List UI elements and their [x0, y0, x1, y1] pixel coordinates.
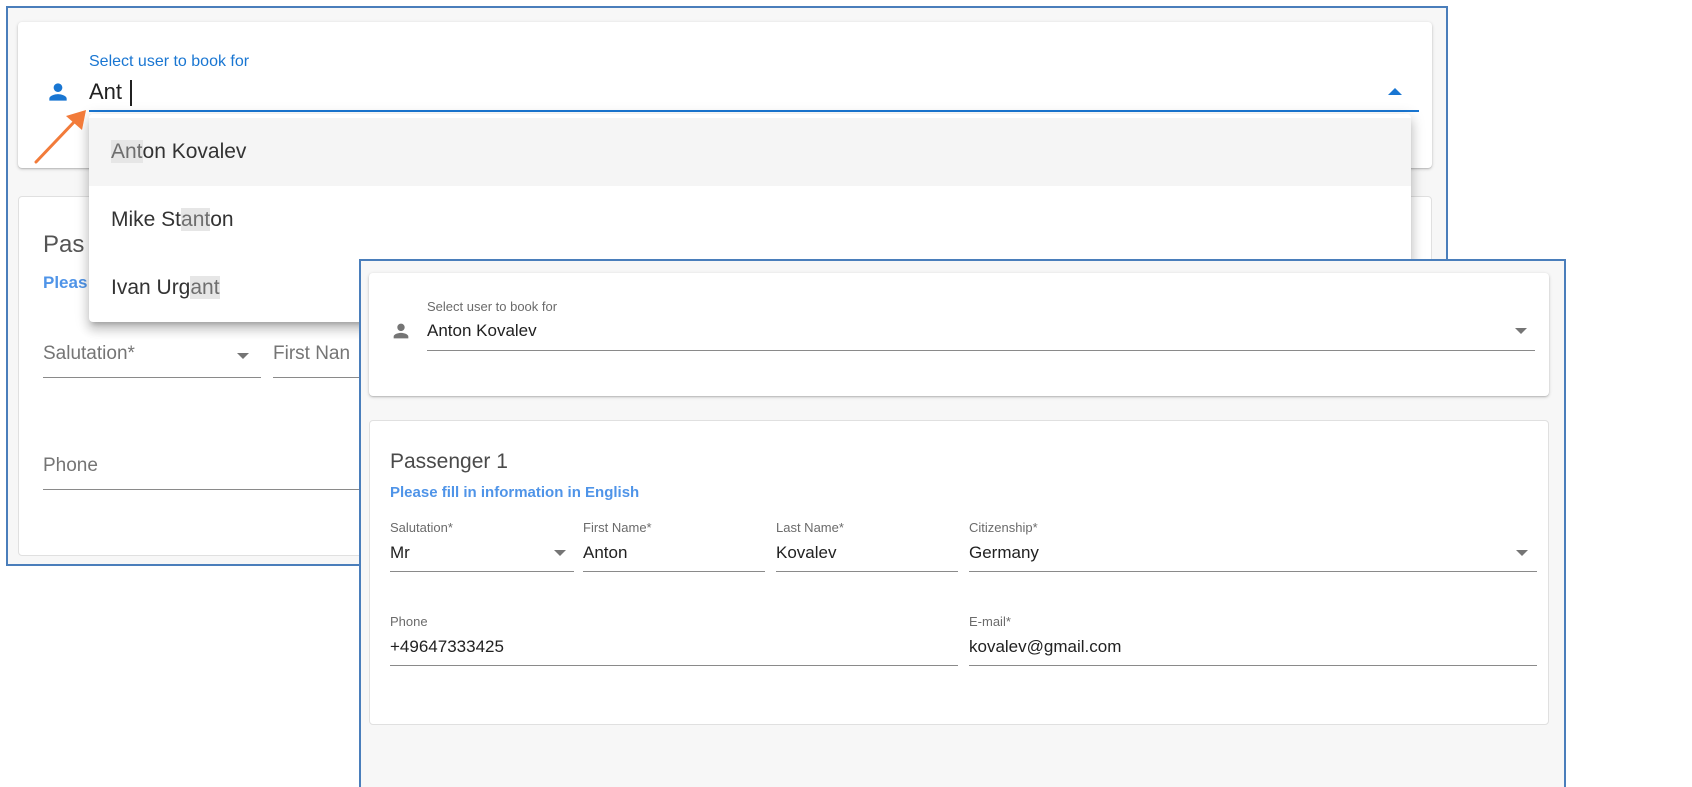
email-underline	[969, 665, 1537, 666]
citizenship-select[interactable]: Germany	[969, 543, 1039, 563]
email-input[interactable]: kovalev@gmail.com	[969, 637, 1121, 657]
phone-label[interactable]: Phone	[43, 455, 98, 477]
hint-partial: Pleas	[43, 273, 88, 292]
salutation-label[interactable]: Salutation*	[43, 343, 135, 365]
last-name-underline	[776, 571, 958, 572]
citizenship-underline	[969, 571, 1537, 572]
user-select-underline	[427, 350, 1535, 351]
first-name-underline	[583, 571, 765, 572]
first-name-input[interactable]: Anton	[583, 543, 627, 563]
passenger-card: Passenger 1 Please fill in information i…	[369, 420, 1549, 725]
phone-underline	[43, 489, 383, 490]
phone-underline	[390, 665, 958, 666]
phone-input[interactable]: +49647333425	[390, 637, 504, 657]
text-caret	[130, 80, 132, 106]
last-name-label: Last Name*	[776, 520, 844, 535]
chevron-up-icon[interactable]	[1388, 88, 1402, 95]
passenger-title: Passenger 1	[390, 450, 508, 473]
citizenship-dropdown-icon[interactable]	[1516, 550, 1528, 556]
first-name-label-partial[interactable]: First Nan	[273, 343, 350, 365]
user-select-label: Select user to book for	[89, 53, 250, 70]
screenshot-form-filled: Select user to book for Anton Kovalev Pa…	[359, 259, 1566, 787]
info-hint: Please fill in information in English	[390, 484, 640, 501]
annotation-arrow-icon	[34, 110, 86, 164]
user-select-underline	[89, 110, 1419, 112]
user-select-label: Select user to book for	[427, 299, 558, 314]
email-label: E-mail*	[969, 614, 1011, 629]
suggestion-item[interactable]: Mike Stanton	[89, 186, 1411, 254]
user-search-input[interactable]: Ant	[89, 79, 122, 105]
suggestion-item[interactable]: Anton Kovalev	[89, 118, 1411, 186]
user-select-card: Select user to book for Anton Kovalev	[369, 273, 1549, 396]
salutation-label: Salutation*	[390, 520, 453, 535]
salutation-underline	[390, 571, 574, 572]
salutation-underline	[43, 377, 261, 378]
phone-label: Phone	[390, 614, 428, 629]
dropdown-arrow-icon[interactable]	[1515, 328, 1527, 334]
salutation-select[interactable]: Mr	[390, 543, 410, 563]
citizenship-label: Citizenship*	[969, 520, 1038, 535]
person-icon	[390, 320, 412, 347]
passenger-title-partial: Pas	[43, 231, 85, 258]
user-select-value[interactable]: Anton Kovalev	[427, 321, 537, 341]
first-name-label: First Name*	[583, 520, 652, 535]
salutation-dropdown-icon[interactable]	[554, 550, 566, 556]
last-name-input[interactable]: Kovalev	[776, 543, 836, 563]
salutation-dropdown-icon[interactable]	[237, 353, 249, 359]
